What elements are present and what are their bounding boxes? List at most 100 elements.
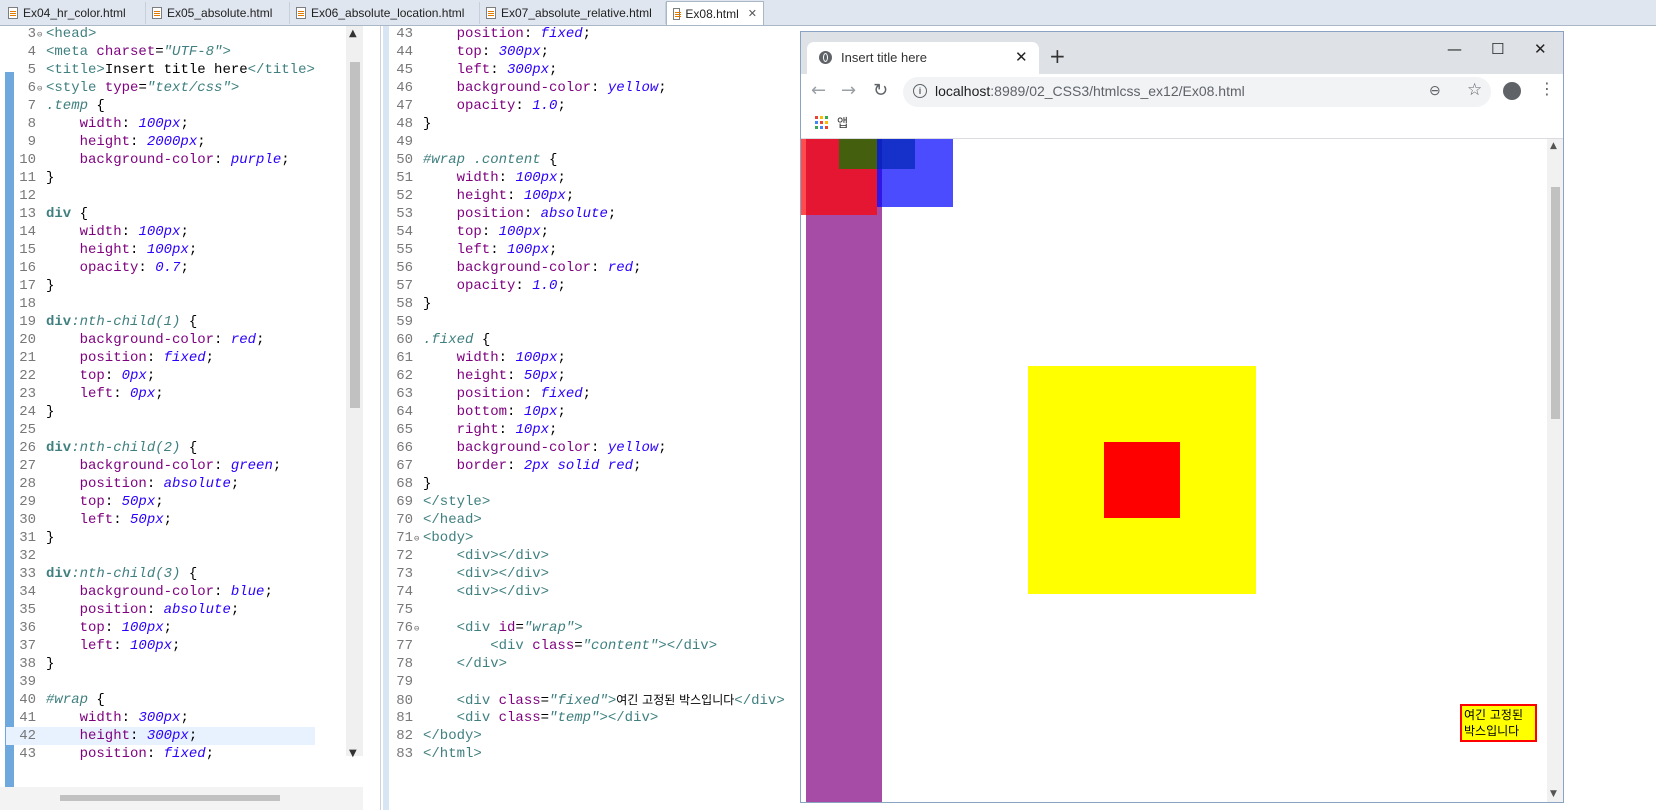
fold-toggle-icon[interactable]: ⊖ xyxy=(414,530,419,548)
horizontal-scrollbar[interactable] xyxy=(0,787,363,810)
code-line[interactable]: 78 </div> xyxy=(383,655,785,673)
code-line[interactable]: 19 div:nth-child(1) { xyxy=(6,313,315,331)
url-text[interactable]: localhost:8989/02_CSS3/htmlcss_ex12/Ex08… xyxy=(935,83,1245,99)
code-line[interactable]: 48} xyxy=(383,115,785,133)
fold-toggle-icon[interactable]: ⊖ xyxy=(37,26,42,44)
scroll-up-icon[interactable]: ▲ xyxy=(1550,141,1557,151)
editor-tab-ex06[interactable]: Ex06_absolute_location.html xyxy=(290,2,480,24)
fold-toggle-icon[interactable]: ⊖ xyxy=(414,620,419,638)
code-line[interactable]: 46 background-color: yellow; xyxy=(383,79,785,97)
code-line[interactable]: 57 opacity: 1.0; xyxy=(383,277,785,295)
code-line[interactable]: 66 background-color: yellow; xyxy=(383,439,785,457)
code-line[interactable]: 10 background-color: purple; xyxy=(6,151,315,169)
code-line[interactable]: 52 height: 100px; xyxy=(383,187,785,205)
code-line[interactable]: 34 background-color: blue; xyxy=(6,583,315,601)
code-line[interactable]: 12 xyxy=(6,187,315,205)
reload-icon[interactable]: ↻ xyxy=(873,80,888,101)
code-line[interactable]: 28 position: absolute; xyxy=(6,475,315,493)
code-line[interactable]: 36 top: 100px; xyxy=(6,619,315,637)
code-line[interactable]: 53 position: absolute; xyxy=(383,205,785,223)
zoom-icon[interactable]: ⊖ xyxy=(1429,82,1441,99)
code-line[interactable]: 30 left: 50px; xyxy=(6,511,315,529)
code-line[interactable]: 32 xyxy=(6,547,315,565)
code-line[interactable]: 54 top: 100px; xyxy=(383,223,785,241)
code-line[interactable]: 80 <div class="fixed">여긴 고정된 박스입니다</div> xyxy=(383,691,785,709)
code-line[interactable]: 55 left: 100px; xyxy=(383,241,785,259)
scroll-down-icon[interactable]: ▼ xyxy=(349,748,357,759)
code-line[interactable]: 21 position: fixed; xyxy=(6,349,315,367)
scrollbar-thumb[interactable] xyxy=(60,795,280,801)
code-line[interactable]: 44 top: 300px; xyxy=(383,43,785,61)
code-line[interactable]: 29 top: 50px; xyxy=(6,493,315,511)
code-line[interactable]: 16 opacity: 0.7; xyxy=(6,259,315,277)
menu-icon[interactable]: ⋮ xyxy=(1539,79,1555,98)
code-line[interactable]: 37 left: 100px; xyxy=(6,637,315,655)
code-line[interactable]: 61 width: 100px; xyxy=(383,349,785,367)
code-line[interactable]: 43 position: fixed; xyxy=(6,745,315,763)
browser-tab[interactable]: Insert title here ✕ xyxy=(807,42,1039,74)
forward-icon[interactable]: → xyxy=(841,80,856,101)
code-line[interactable]: 41 width: 300px; xyxy=(6,709,315,727)
editor-tab-ex04[interactable]: Ex04_hr_color.html xyxy=(2,2,146,24)
code-line[interactable]: 72 <div></div> xyxy=(383,547,785,565)
close-tab-icon[interactable]: ✕ xyxy=(748,7,757,20)
code-line[interactable]: 59 xyxy=(383,313,785,331)
code-line[interactable]: 26 div:nth-child(2) { xyxy=(6,439,315,457)
code-line[interactable]: 33 div:nth-child(3) { xyxy=(6,565,315,583)
code-line[interactable]: 8 width: 100px; xyxy=(6,115,315,133)
code-line[interactable]: 23 left: 0px; xyxy=(6,385,315,403)
maximize-button[interactable]: ☐ xyxy=(1491,40,1504,58)
code-line[interactable]: 20 background-color: red; xyxy=(6,331,315,349)
info-icon[interactable]: i xyxy=(913,84,927,98)
code-line[interactable]: 70 </head> xyxy=(383,511,785,529)
code-line[interactable]: 4 <meta charset="UTF-8"> xyxy=(6,43,315,61)
code-line[interactable]: 27 background-color: green; xyxy=(6,457,315,475)
code-line[interactable]: 15 height: 100px; xyxy=(6,241,315,259)
scrollbar-thumb[interactable] xyxy=(1551,187,1560,419)
code-line[interactable]: 67 border: 2px solid red; xyxy=(383,457,785,475)
code-line[interactable]: 64 bottom: 10px; xyxy=(383,403,785,421)
browser-scrollbar[interactable]: ▲ ▼ xyxy=(1547,139,1563,802)
code-line[interactable]: 62 height: 50px; xyxy=(383,367,785,385)
code-line[interactable]: 25 xyxy=(6,421,315,439)
code-line[interactable]: 39 xyxy=(6,673,315,691)
code-line[interactable]: 11} xyxy=(6,169,315,187)
fold-toggle-icon[interactable]: ⊖ xyxy=(37,80,42,98)
code-line[interactable]: 14 width: 100px; xyxy=(6,223,315,241)
code-line[interactable]: 45 left: 300px; xyxy=(383,61,785,79)
code-line[interactable]: 18 xyxy=(6,295,315,313)
code-line[interactable]: 83 </html> xyxy=(383,745,785,763)
code-line[interactable]: 81 <div class="temp"></div> xyxy=(383,709,785,727)
code-line[interactable]: 60 .fixed { xyxy=(383,331,785,349)
code-line[interactable]: 76 ⊖ <div id="wrap"> xyxy=(383,619,785,637)
code-line[interactable]: 77 <div class="content"></div> xyxy=(383,637,785,655)
code-line[interactable]: 42 height: 300px; xyxy=(6,727,315,745)
code-line[interactable]: 58} xyxy=(383,295,785,313)
code-line[interactable]: 50 #wrap .content { xyxy=(383,151,785,169)
apps-label[interactable]: 앱 xyxy=(837,114,848,131)
editor-pane-left[interactable]: 3 ⊖ <head> 4 <meta charset="UTF-8"> 5 <title>I… xyxy=(0,26,378,810)
close-window-button[interactable]: ✕ xyxy=(1534,40,1547,58)
code-line[interactable]: 69 </style> xyxy=(383,493,785,511)
code-line[interactable]: 7 .temp { xyxy=(6,97,315,115)
code-line[interactable]: 38} xyxy=(6,655,315,673)
editor-tab-ex08[interactable]: Ex08.html ✕ xyxy=(666,1,764,25)
close-icon[interactable]: ✕ xyxy=(1015,48,1028,66)
code-line[interactable]: 24} xyxy=(6,403,315,421)
code-line[interactable]: 40 #wrap { xyxy=(6,691,315,709)
code-line[interactable]: 68} xyxy=(383,475,785,493)
minimize-button[interactable]: — xyxy=(1447,40,1462,58)
code-line[interactable]: 63 position: fixed; xyxy=(383,385,785,403)
code-line[interactable]: 47 opacity: 1.0; xyxy=(383,97,785,115)
code-line[interactable]: 73 <div></div> xyxy=(383,565,785,583)
code-line[interactable]: 79 xyxy=(383,673,785,691)
editor-pane-right[interactable]: 43 position: fixed; 44 top: 300px; 45 left… xyxy=(380,26,801,810)
bookmark-star-icon[interactable]: ☆ xyxy=(1467,80,1482,100)
code-line[interactable]: 71 ⊖ <body> xyxy=(383,529,785,547)
code-area-right[interactable]: 43 position: fixed; 44 top: 300px; 45 left… xyxy=(383,26,785,763)
code-line[interactable]: 9 height: 2000px; xyxy=(6,133,315,151)
back-icon[interactable]: ← xyxy=(811,80,826,101)
code-line[interactable]: 82 </body> xyxy=(383,727,785,745)
code-line[interactable]: 5 <title>Insert title here</title> xyxy=(6,61,315,79)
code-line[interactable]: 35 position: absolute; xyxy=(6,601,315,619)
